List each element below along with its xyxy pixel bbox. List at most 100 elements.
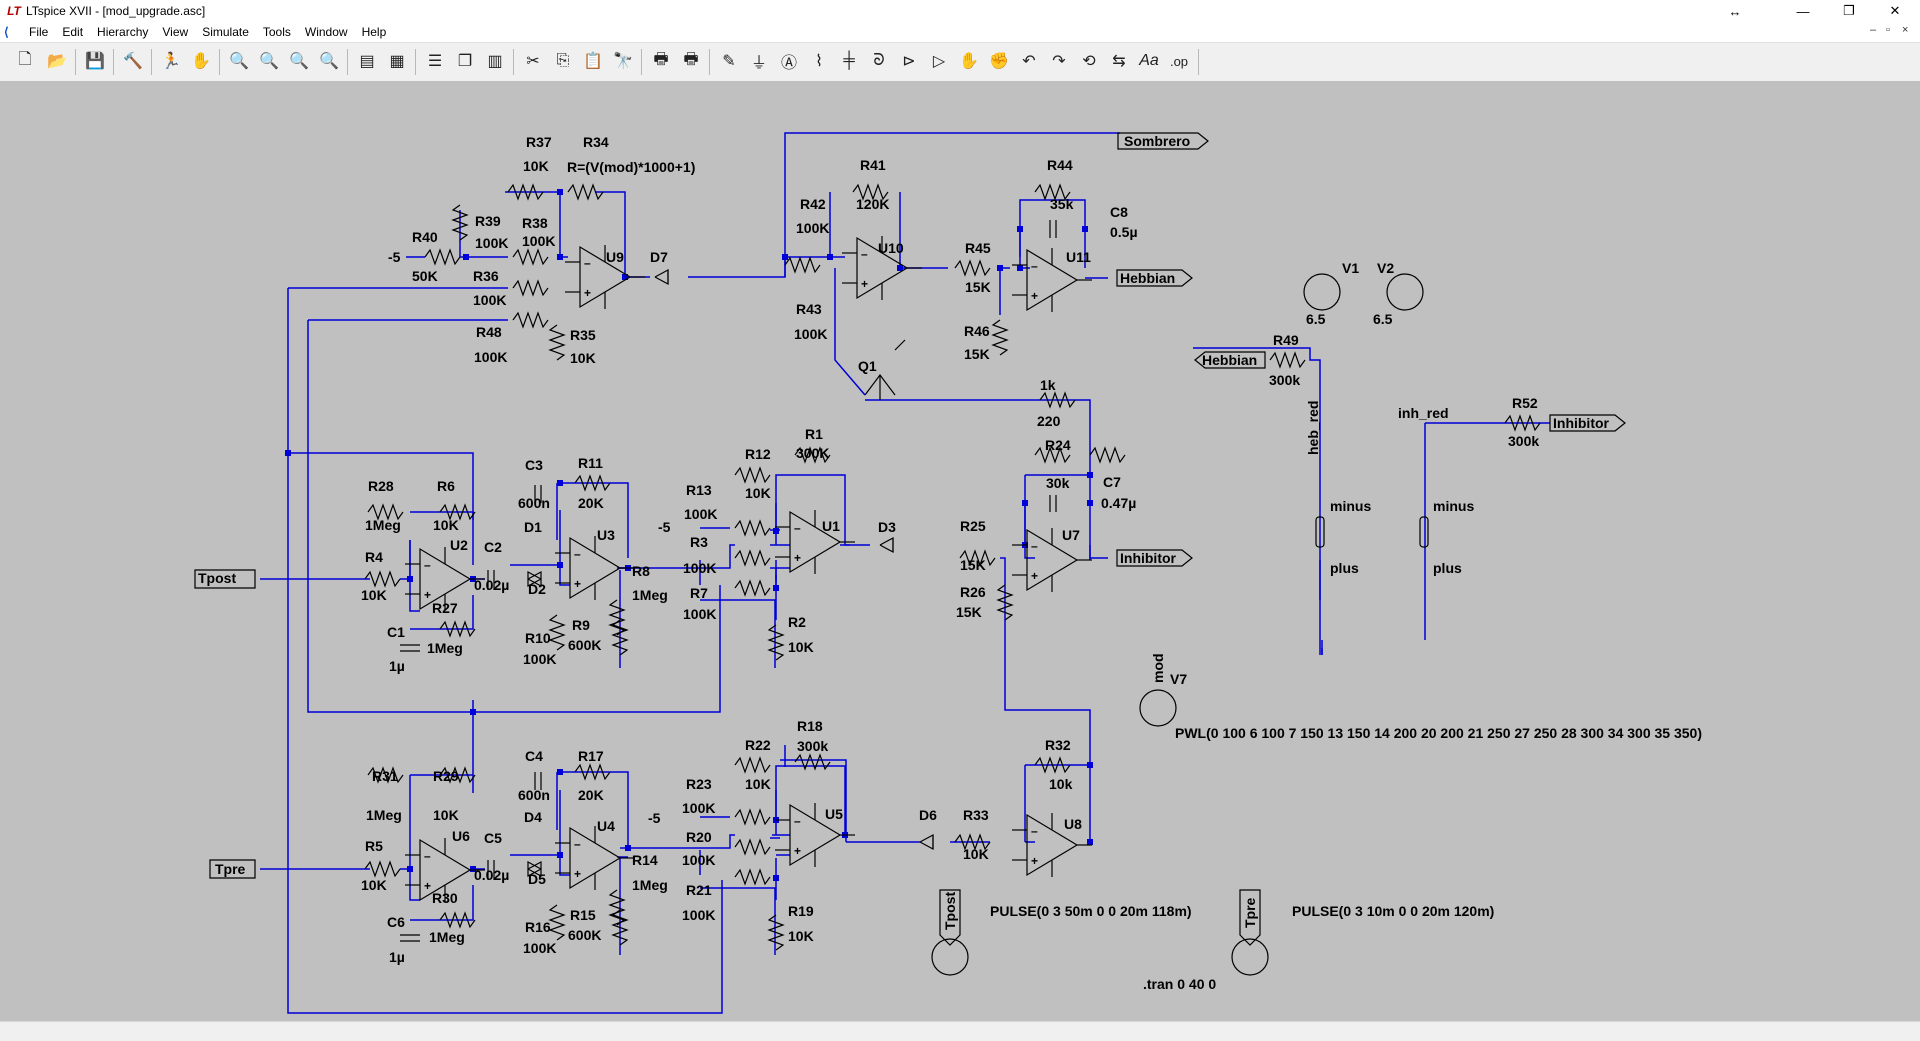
menu-view[interactable]: View (155, 25, 195, 39)
label-v-r33: 10K (963, 846, 989, 862)
menu-window[interactable]: Window (298, 25, 355, 39)
net-label-tpost[interactable]: Tpost (198, 570, 236, 586)
title-bar: LT LTspice XVII - [mod_upgrade.asc] ↔ — … (0, 0, 1920, 22)
open-icon[interactable]: 📂 (46, 50, 68, 72)
label-r12: R12 (745, 446, 771, 462)
label-r37: R37 (526, 134, 552, 150)
rotate-icon[interactable]: ⟲ (1078, 50, 1100, 72)
label-v-r41: 120K (856, 196, 889, 212)
zoom-area-icon[interactable]: 🔍 (258, 50, 280, 72)
move-icon[interactable]: ✋ (958, 50, 980, 72)
label-v-c6: 1µ (389, 949, 405, 965)
run-icon[interactable]: 🏃 (160, 50, 182, 72)
zoom-out-icon[interactable]: 🔍 (288, 50, 310, 72)
label-v-r18: 300k (797, 738, 828, 754)
menu-hierarchy[interactable]: Hierarchy (90, 25, 155, 39)
component-icon[interactable]: ▷ (928, 50, 950, 72)
pan-icon[interactable]: ✋ (190, 50, 212, 72)
label-v-c5: 0.02µ (474, 867, 509, 883)
doc-minimize-button[interactable]: – (1870, 24, 1876, 36)
label-u1: U1 (822, 518, 840, 534)
drag-icon[interactable]: ✊ (988, 50, 1010, 72)
net-label-tpre[interactable]: Tpre (215, 861, 246, 877)
net-label-hebbian-in[interactable]: Hebbian (1202, 352, 1257, 368)
menu-help[interactable]: Help (355, 25, 394, 39)
cut-icon[interactable]: ✂ (522, 50, 544, 72)
wire-icon[interactable]: ✎ (718, 50, 740, 72)
menu-bar: ⟨ File Edit Hierarchy View Simulate Tool… (0, 22, 1920, 42)
find-icon[interactable]: 🔭 (612, 50, 634, 72)
label-r39: R39 (475, 213, 501, 229)
label-tran-directive[interactable]: .tran 0 40 0 (1143, 976, 1216, 992)
label-d6: D6 (919, 807, 937, 823)
ground-icon[interactable]: ⏚ (748, 50, 770, 72)
autoscale-icon[interactable]: ▦ (386, 50, 408, 72)
label-r1k: 1k (1040, 377, 1056, 393)
redo-icon[interactable]: ↷ (1048, 50, 1070, 72)
schematic-doc-icon[interactable]: ⟨ (4, 25, 22, 39)
save-icon[interactable]: 💾 (84, 50, 106, 72)
menu-tools[interactable]: Tools (256, 25, 298, 39)
label-v-r52: 300k (1508, 433, 1539, 449)
label-v-r23: 100K (682, 800, 715, 816)
label-net-icon[interactable]: Ⓐ (778, 50, 800, 72)
menu-file[interactable]: File (22, 25, 55, 39)
copy-icon[interactable]: ⎘ (552, 50, 574, 72)
undo-icon[interactable]: ↶ (1018, 50, 1040, 72)
toolbar-separator (151, 49, 152, 75)
menu-simulate[interactable]: Simulate (195, 25, 256, 39)
label-r1: R1 (805, 426, 823, 442)
label-r2: R2 (788, 614, 806, 630)
net-label-inhibitor[interactable]: Inhibitor (1120, 550, 1177, 566)
restore-button[interactable]: ❐ (1826, 0, 1872, 22)
new-schematic-icon[interactable]: 🗋 (14, 50, 36, 72)
print-icon[interactable]: 🖶 (650, 50, 672, 72)
net-label-sombrero[interactable]: Sombrero (1124, 133, 1190, 149)
schematic-drawing[interactable]: + – (0, 81, 1920, 1021)
label-r21: R21 (686, 882, 712, 898)
zoom-fit-icon[interactable]: 🔍 (318, 50, 340, 72)
label-r6: R6 (437, 478, 455, 494)
label-d7: D7 (650, 249, 668, 265)
doc-close-button[interactable]: × (1902, 24, 1908, 36)
inductor-icon[interactable]: ᘐ (868, 50, 890, 72)
diode-icon[interactable]: ⊳ (898, 50, 920, 72)
diode-d3 (879, 536, 894, 554)
label-r27: R27 (432, 600, 458, 616)
label-c4: C4 (525, 748, 543, 764)
net-label-hebbian[interactable]: Hebbian (1120, 270, 1175, 286)
schematic-canvas[interactable]: + – (0, 81, 1920, 1021)
label-v-r11: 20K (578, 495, 604, 511)
net-label-tpre-src[interactable]: Tpre (1242, 897, 1258, 928)
control-panel-icon[interactable]: 🔨 (122, 50, 144, 72)
tile-horizontal-icon[interactable]: ☰ (424, 50, 446, 72)
resistor-icon[interactable]: ⌇ (808, 50, 830, 72)
menu-edit[interactable]: Edit (55, 25, 90, 39)
resistor-r7 (734, 579, 771, 597)
cascade-icon[interactable]: ❐ (454, 50, 476, 72)
net-label-tpost-src[interactable]: Tpost (942, 892, 958, 930)
tile-vertical-icon[interactable]: ▥ (484, 50, 506, 72)
label-r45: R45 (965, 240, 991, 256)
text-icon[interactable]: Aa (1138, 50, 1160, 72)
spice-directive-icon[interactable]: .op (1168, 50, 1190, 72)
label-v-r37: 10K (523, 158, 549, 174)
plot-pane-icon[interactable]: ▤ (356, 50, 378, 72)
label-r4: R4 (365, 549, 383, 565)
label-v-r25: 15K (960, 557, 986, 573)
label-v-r39: 100K (475, 235, 508, 251)
label-v-c7: 0.47µ (1101, 495, 1136, 511)
zoom-in-icon[interactable]: 🔍 (228, 50, 250, 72)
print-preview-icon[interactable]: 🖶 (680, 50, 702, 72)
label-u9: U9 (606, 249, 624, 265)
net-label-inhibitor-in[interactable]: Inhibitor (1553, 415, 1610, 431)
voltage-source-v1 (1303, 273, 1341, 311)
label-v-r43: 100K (794, 326, 827, 342)
resize-icon[interactable]: ↔ (1712, 0, 1758, 22)
capacitor-icon[interactable]: ╪ (838, 50, 860, 72)
doc-restore-button[interactable]: ▫ (1886, 24, 1890, 36)
close-button[interactable]: ✕ (1872, 0, 1918, 22)
paste-icon[interactable]: 📋 (582, 50, 604, 72)
minimize-button[interactable]: — (1780, 0, 1826, 22)
mirror-icon[interactable]: ⇆ (1108, 50, 1130, 72)
